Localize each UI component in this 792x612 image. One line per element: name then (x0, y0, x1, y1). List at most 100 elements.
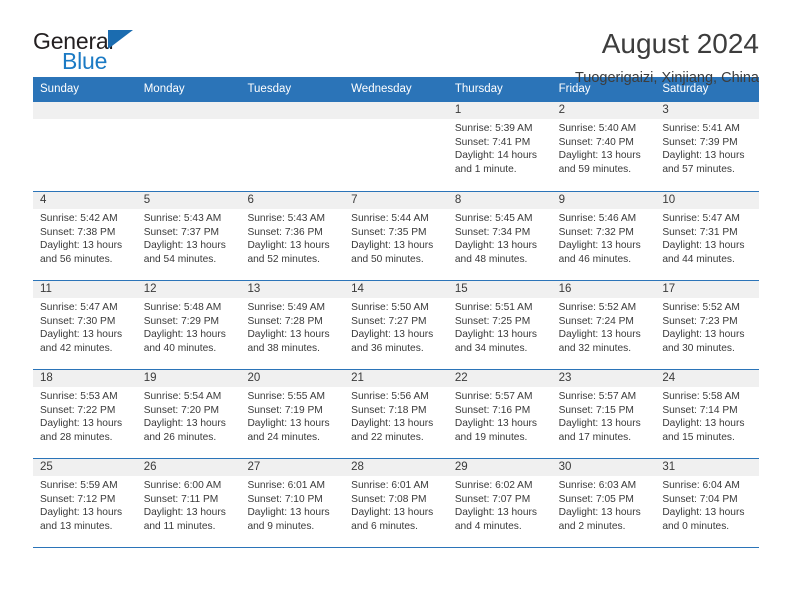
day-number: 3 (655, 102, 760, 119)
day-cell[interactable]: 31 Sunrise: 6:04 AM Sunset: 7:04 PM Dayligh… (655, 459, 760, 547)
day-number: 30 (551, 459, 656, 476)
daylight-text-line1: Daylight: 13 hours (247, 329, 330, 341)
day-number: 17 (655, 281, 760, 298)
day-cell[interactable]: 5 Sunrise: 5:43 AM Sunset: 7:37 PM Daylight… (136, 192, 241, 280)
day-cell[interactable]: 29 Sunrise: 6:02 AM Sunset: 7:07 PM Dayligh… (447, 459, 552, 547)
daylight-text-line1: Daylight: 13 hours (247, 418, 330, 430)
day-cell[interactable]: 3 Sunrise: 5:41 AM Sunset: 7:39 PM Daylight… (655, 102, 760, 191)
day-details: Sunrise: 6:01 AM Sunset: 7:10 PM Daylight:… (240, 476, 344, 533)
day-cell[interactable]: 17 Sunrise: 5:52 AM Sunset: 7:23 PM Dayligh… (655, 281, 760, 369)
day-cell[interactable]: 14 Sunrise: 5:50 AM Sunset: 7:27 PM Dayligh… (344, 281, 448, 369)
day-cell[interactable]: 15 Sunrise: 5:51 AM Sunset: 7:25 PM Dayligh… (447, 281, 552, 369)
day-cell-empty (240, 102, 345, 191)
day-cell[interactable]: 12 Sunrise: 5:48 AM Sunset: 7:29 PM Dayligh… (136, 281, 241, 369)
sunrise-text: Sunrise: 5:47 AM (40, 302, 118, 313)
sunset-text: Sunset: 7:31 PM (662, 226, 738, 238)
daylight-text-line1: Daylight: 13 hours (351, 240, 434, 252)
day-cell[interactable]: 8 Sunrise: 5:45 AM Sunset: 7:34 PM Daylight… (447, 192, 552, 280)
daylight-text-line2: and 4 minutes. (454, 520, 522, 532)
daylight-text-line2: and 2 minutes. (558, 520, 626, 532)
sunrise-text: Sunrise: 5:52 AM (662, 302, 740, 313)
day-cell[interactable]: 22 Sunrise: 5:57 AM Sunset: 7:16 PM Dayligh… (447, 370, 552, 458)
day-cell[interactable]: 16 Sunrise: 5:52 AM Sunset: 7:24 PM Dayligh… (551, 281, 656, 369)
day-details: Sunrise: 5:40 AM Sunset: 7:40 PM Daylight:… (552, 119, 656, 176)
sunset-text: Sunset: 7:04 PM (662, 493, 738, 505)
calendar-week-row: 25 Sunrise: 5:59 AM Sunset: 7:12 PM Dayligh… (33, 458, 760, 547)
day-number: 6 (240, 192, 345, 209)
day-cell[interactable]: 27 Sunrise: 6:01 AM Sunset: 7:10 PM Dayligh… (240, 459, 345, 547)
daylight-text-line2: and 57 minutes. (662, 163, 735, 175)
day-cell[interactable]: 23 Sunrise: 5:57 AM Sunset: 7:15 PM Dayligh… (551, 370, 656, 458)
weekday-header-monday: Monday (143, 83, 185, 95)
day-cell[interactable]: 10 Sunrise: 5:47 AM Sunset: 7:31 PM Dayligh… (655, 192, 760, 280)
day-cell[interactable]: 6 Sunrise: 5:43 AM Sunset: 7:36 PM Daylight… (240, 192, 345, 280)
calendar-week-row: 18 Sunrise: 5:53 AM Sunset: 7:22 PM Dayligh… (33, 369, 760, 458)
daylight-text-line1: Daylight: 13 hours (558, 507, 641, 519)
sunrise-text: Sunrise: 5:39 AM (454, 123, 533, 134)
day-details: Sunrise: 5:54 AM Sunset: 7:20 PM Daylight:… (137, 387, 241, 444)
logo-text-blue: Blue (62, 48, 108, 74)
daylight-text-line1: Daylight: 13 hours (558, 418, 641, 430)
weekday-header-friday: Friday (558, 83, 591, 95)
daylight-text-line1: Daylight: 13 hours (143, 418, 226, 430)
day-number: 24 (655, 370, 760, 387)
sunset-text: Sunset: 7:25 PM (454, 315, 531, 327)
day-details: Sunrise: 5:52 AM Sunset: 7:24 PM Daylight:… (552, 298, 656, 355)
daylight-text-line1: Daylight: 13 hours (143, 240, 226, 252)
daylight-text-line2: and 11 minutes. (143, 520, 216, 532)
day-cell[interactable]: 4 Sunrise: 5:42 AM Sunset: 7:38 PM Daylight… (33, 192, 137, 280)
sunset-text: Sunset: 7:16 PM (454, 404, 531, 416)
day-number: 8 (447, 192, 552, 209)
daylight-text-line1: Daylight: 14 hours (454, 150, 537, 162)
day-number (240, 102, 345, 119)
day-cell[interactable]: 18 Sunrise: 5:53 AM Sunset: 7:22 PM Dayligh… (33, 370, 137, 458)
logo-triangle-icon (108, 30, 133, 49)
daylight-text-line1: Daylight: 13 hours (454, 240, 537, 252)
day-cell[interactable]: 25 Sunrise: 5:59 AM Sunset: 7:12 PM Dayligh… (33, 459, 137, 547)
weekday-header-sunday: Sunday (40, 83, 80, 95)
day-cell[interactable]: 2 Sunrise: 5:40 AM Sunset: 7:40 PM Daylight… (551, 102, 656, 191)
day-cell[interactable]: 24 Sunrise: 5:58 AM Sunset: 7:14 PM Dayligh… (655, 370, 760, 458)
daylight-text-line1: Daylight: 13 hours (351, 418, 434, 430)
page-header: General Blue August 2024 Tuogerigaizi, X… (33, 0, 759, 86)
daylight-text-line1: Daylight: 13 hours (454, 507, 537, 519)
daylight-text-line1: Daylight: 13 hours (558, 329, 641, 341)
sunrise-text: Sunrise: 5:40 AM (558, 123, 637, 134)
day-number: 9 (551, 192, 656, 209)
day-details: Sunrise: 5:55 AM Sunset: 7:19 PM Daylight:… (240, 387, 344, 444)
day-cell[interactable]: 21 Sunrise: 5:56 AM Sunset: 7:18 PM Dayligh… (344, 370, 448, 458)
sunrise-text: Sunrise: 5:59 AM (40, 480, 118, 491)
day-cell[interactable]: 13 Sunrise: 5:49 AM Sunset: 7:28 PM Dayligh… (240, 281, 345, 369)
daylight-text-line1: Daylight: 13 hours (247, 240, 330, 252)
sunrise-text: Sunrise: 5:43 AM (247, 213, 326, 224)
sunrise-text: Sunrise: 5:43 AM (143, 213, 222, 224)
day-cell[interactable]: 30 Sunrise: 6:03 AM Sunset: 7:05 PM Dayligh… (551, 459, 656, 547)
day-cell[interactable]: 28 Sunrise: 6:01 AM Sunset: 7:08 PM Dayligh… (344, 459, 448, 547)
day-cell[interactable]: 9 Sunrise: 5:46 AM Sunset: 7:32 PM Daylight… (551, 192, 656, 280)
day-details: Sunrise: 6:02 AM Sunset: 7:07 PM Daylight:… (448, 476, 552, 533)
day-number: 16 (551, 281, 656, 298)
calendar-page: General Blue August 2024 Tuogerigaizi, X… (0, 0, 792, 612)
daylight-text-line2: and 38 minutes. (247, 342, 320, 354)
page-title: August 2024 (601, 28, 759, 59)
day-details: Sunrise: 5:52 AM Sunset: 7:23 PM Daylight:… (655, 298, 759, 355)
day-cell[interactable]: 1 Sunrise: 5:39 AM Sunset: 7:41 PM Daylight… (447, 102, 552, 191)
daylight-text-line1: Daylight: 13 hours (351, 507, 434, 519)
weekday-header-thursday: Thursday (454, 83, 503, 95)
day-cell[interactable]: 19 Sunrise: 5:54 AM Sunset: 7:20 PM Dayligh… (136, 370, 241, 458)
daylight-text-line2: and 59 minutes. (558, 163, 632, 175)
day-cell[interactable]: 7 Sunrise: 5:44 AM Sunset: 7:35 PM Daylight… (344, 192, 448, 280)
day-number: 31 (655, 459, 760, 476)
day-details: Sunrise: 5:51 AM Sunset: 7:25 PM Daylight:… (448, 298, 552, 355)
day-cell[interactable]: 20 Sunrise: 5:55 AM Sunset: 7:19 PM Dayligh… (240, 370, 345, 458)
sunset-text: Sunset: 7:39 PM (662, 136, 738, 148)
day-details: Sunrise: 6:01 AM Sunset: 7:08 PM Daylight:… (344, 476, 448, 533)
day-details: Sunrise: 5:44 AM Sunset: 7:35 PM Daylight:… (344, 209, 448, 266)
day-cell[interactable]: 26 Sunrise: 6:00 AM Sunset: 7:11 PM Dayligh… (136, 459, 241, 547)
day-details: Sunrise: 5:45 AM Sunset: 7:34 PM Daylight:… (448, 209, 552, 266)
daylight-text-line1: Daylight: 13 hours (558, 150, 641, 162)
day-cell[interactable]: 11 Sunrise: 5:47 AM Sunset: 7:30 PM Dayligh… (33, 281, 137, 369)
day-details: Sunrise: 5:43 AM Sunset: 7:36 PM Daylight:… (240, 209, 344, 266)
day-details: Sunrise: 6:04 AM Sunset: 7:04 PM Daylight:… (655, 476, 759, 533)
sunset-text: Sunset: 7:07 PM (454, 493, 531, 505)
